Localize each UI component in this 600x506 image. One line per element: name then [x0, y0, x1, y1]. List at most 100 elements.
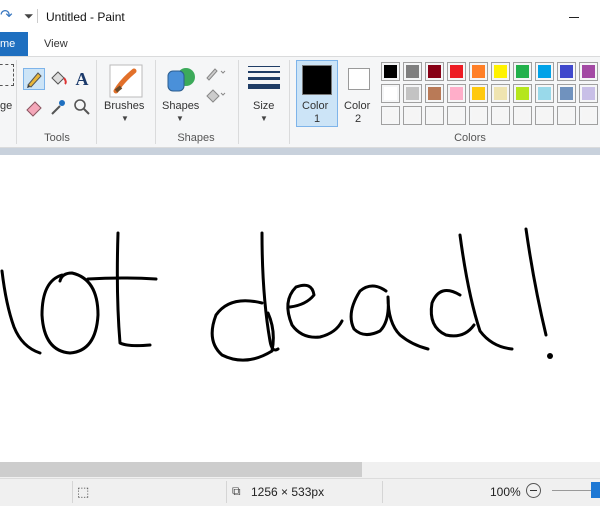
group-separator — [16, 60, 17, 144]
palette-color-swatch[interactable] — [491, 106, 510, 125]
status-separator — [226, 481, 227, 503]
color-picker-tool[interactable] — [47, 96, 69, 118]
palette-color-swatch[interactable] — [535, 84, 554, 103]
minimize-button[interactable] — [560, 4, 588, 28]
canvas-size-icon: ⧉ — [232, 484, 241, 498]
palette-color-fill — [560, 87, 573, 100]
eraser-tool[interactable] — [23, 96, 45, 118]
zoom-out-button[interactable] — [526, 483, 541, 498]
canvas-size-text: 1256 × 533px — [251, 485, 325, 499]
fill-tool[interactable] — [47, 68, 69, 90]
palette-color-swatch[interactable] — [535, 62, 554, 81]
palette-color-fill — [494, 87, 507, 100]
color1-label-line1: Color — [302, 100, 329, 112]
fill-button[interactable] — [204, 86, 228, 104]
palette-color-swatch[interactable] — [403, 106, 422, 125]
palette-color-fill — [406, 87, 419, 100]
palette-color-swatch[interactable] — [557, 62, 576, 81]
shape-fill-icon — [206, 89, 226, 103]
ribbon-tab-bar — [0, 32, 600, 56]
tab-home[interactable]: me — [0, 32, 28, 57]
palette-color-fill — [384, 87, 397, 100]
palette-color-swatch[interactable] — [535, 106, 554, 125]
palette-color-swatch[interactable] — [403, 84, 422, 103]
palette-color-swatch[interactable] — [469, 106, 488, 125]
select-icon[interactable] — [0, 64, 14, 86]
eraser-icon — [26, 101, 42, 117]
palette-color-swatch[interactable] — [579, 106, 598, 125]
outline-button[interactable] — [204, 64, 228, 82]
color2-swatch — [348, 68, 370, 90]
shapes-dropdown-icon[interactable]: ▼ — [176, 114, 184, 123]
palette-color-fill — [516, 109, 529, 122]
palette-color-swatch[interactable] — [513, 84, 532, 103]
palette-color-swatch[interactable] — [425, 106, 444, 125]
brushes-dropdown-icon[interactable]: ▼ — [121, 114, 129, 123]
scrollbar-thumb[interactable] — [0, 462, 362, 477]
palette-color-fill — [406, 109, 419, 122]
palette-color-swatch[interactable] — [513, 106, 532, 125]
brushes-label[interactable]: Brushes — [104, 100, 144, 112]
palette-color-fill — [516, 87, 529, 100]
palette-color-swatch[interactable] — [425, 84, 444, 103]
window-title: Untitled - Paint — [46, 10, 125, 24]
palette-color-fill — [516, 65, 529, 78]
shapes-button-label[interactable]: Shapes — [162, 100, 199, 112]
magnifier-tool[interactable] — [71, 96, 93, 118]
group-separator — [289, 60, 290, 144]
brushes-button[interactable] — [108, 63, 144, 99]
palette-color-swatch[interactable] — [469, 84, 488, 103]
palette-color-swatch[interactable] — [381, 106, 400, 125]
status-separator — [72, 481, 73, 503]
drawing-canvas[interactable] — [0, 155, 600, 462]
palette-color-fill — [582, 109, 595, 122]
palette-color-fill — [494, 65, 507, 78]
pencil-tool[interactable] — [23, 68, 45, 90]
selection-size-icon: ⬚ — [77, 484, 90, 499]
palette-color-swatch[interactable] — [513, 62, 532, 81]
line-size-icon — [248, 66, 280, 89]
palette-color-fill — [560, 109, 573, 122]
shapes-button[interactable] — [164, 63, 198, 97]
palette-color-swatch[interactable] — [403, 62, 422, 81]
pencil-icon — [27, 72, 42, 88]
palette-color-fill — [428, 65, 441, 78]
image-group-label: ge — [0, 100, 13, 112]
palette-color-swatch[interactable] — [579, 62, 598, 81]
palette-color-fill — [472, 109, 485, 122]
palette-color-fill — [538, 65, 551, 78]
palette-color-swatch[interactable] — [381, 84, 400, 103]
palette-color-fill — [582, 87, 595, 100]
palette-color-swatch[interactable] — [579, 84, 598, 103]
group-separator — [96, 60, 97, 144]
zoom-level: 100% — [490, 485, 521, 499]
tab-view[interactable]: View — [44, 38, 68, 50]
palette-color-swatch[interactable] — [557, 106, 576, 125]
magnifier-icon — [74, 99, 90, 115]
text-tool-icon[interactable]: A — [71, 68, 93, 90]
palette-color-fill — [450, 109, 463, 122]
zoom-slider-thumb[interactable] — [591, 482, 600, 498]
palette-color-swatch[interactable] — [491, 62, 510, 81]
customize-quick-access-icon[interactable]: ⏷ — [24, 9, 34, 24]
shapes-group-label: Shapes — [177, 132, 215, 144]
palette-color-swatch[interactable] — [447, 84, 466, 103]
palette-color-swatch[interactable] — [381, 62, 400, 81]
palette-color-swatch[interactable] — [447, 106, 466, 125]
palette-color-swatch[interactable] — [491, 84, 510, 103]
palette-color-swatch[interactable] — [469, 62, 488, 81]
palette-color-swatch[interactable] — [425, 62, 444, 81]
palette-color-fill — [450, 87, 463, 100]
redo-icon[interactable]: ↷ — [0, 6, 13, 24]
palette-color-swatch[interactable] — [447, 62, 466, 81]
size-label[interactable]: Size — [253, 100, 274, 112]
size-button[interactable] — [248, 66, 280, 94]
handwriting-strokes — [0, 227, 553, 362]
palette-color-swatch[interactable] — [557, 84, 576, 103]
group-separator — [238, 60, 239, 144]
tools-group-label: Tools — [44, 132, 70, 144]
brush-icon — [109, 64, 143, 98]
palette-color-fill — [384, 109, 397, 122]
size-dropdown-icon[interactable]: ▼ — [260, 114, 268, 123]
eyedropper-icon — [51, 100, 65, 115]
